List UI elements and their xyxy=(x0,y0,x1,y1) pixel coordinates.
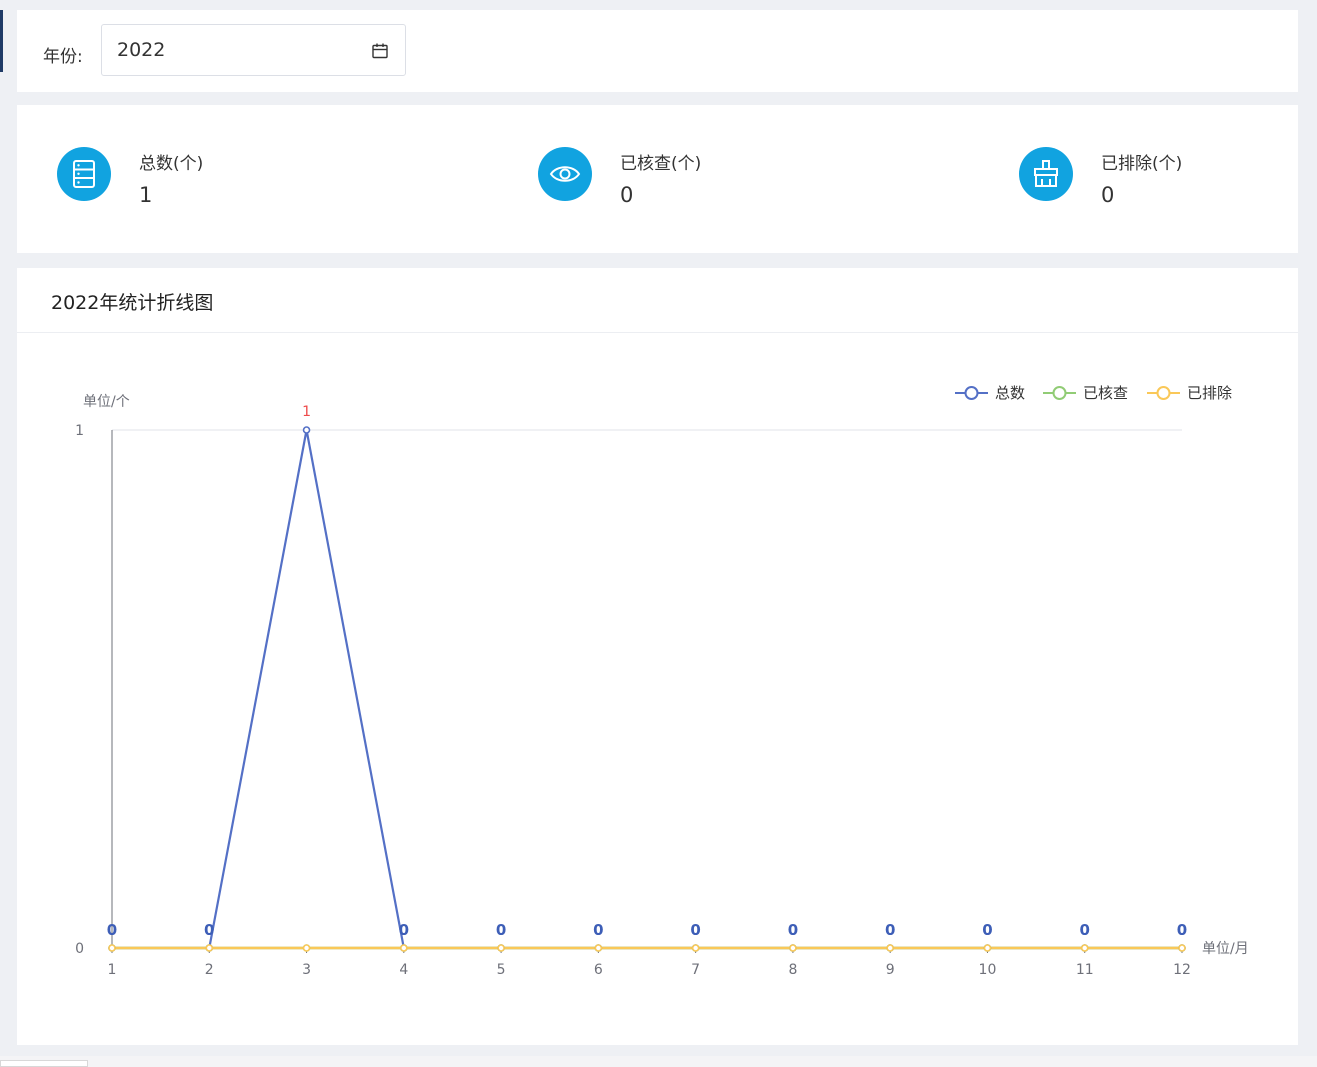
data-label: 0 xyxy=(690,921,700,939)
data-label: 0 xyxy=(885,921,895,939)
data-label: 0 xyxy=(1080,921,1090,939)
stat-checked-label: 已核查(个) xyxy=(620,154,702,174)
stats-panel: 总数(个) 1 已核查(个) 0 已排除(个) 0 xyxy=(17,105,1298,253)
chart-panel: 2022年统计折线图 0 1 单位/个 单位/月 1 2 3 4 5 6 7 8 9 10 11 12 0 0 1 0… xyxy=(17,268,1298,1045)
stat-total-label: 总数(个) xyxy=(139,154,204,174)
x-tick-label: 12 xyxy=(1173,962,1191,978)
line-chart: 01单位/个单位/月1 2 3 4 5 6 7 8 9 10 11 120 010 0 0 0 0 0 0 0 0总数已… xyxy=(75,384,1249,978)
data-point xyxy=(1178,944,1186,952)
x-tick-label: 5 xyxy=(497,962,506,978)
left-accent-bar xyxy=(0,10,3,72)
data-point xyxy=(886,944,894,952)
year-filter-panel: 年份: 2022 xyxy=(17,10,1298,92)
data-point xyxy=(594,944,603,952)
legend-marker-2 xyxy=(1052,386,1067,400)
x-tick-label: 8 xyxy=(788,962,797,978)
legend-label-2: 已核查 xyxy=(1083,384,1128,402)
x-tick-label: 3 xyxy=(302,962,311,978)
stat-checked-value: 0 xyxy=(620,183,634,207)
stat-excluded-label: 已排除(个) xyxy=(1101,154,1183,174)
data-label: 0 xyxy=(1177,921,1187,939)
legend-label-1: 总数 xyxy=(995,384,1025,402)
data-label: 0 xyxy=(399,921,409,939)
eye-icon xyxy=(549,166,581,182)
y-axis-label: 单位/个 xyxy=(83,394,130,410)
data-point xyxy=(302,426,311,434)
year-label: 年份: xyxy=(43,47,83,67)
data-label: 0 xyxy=(204,921,214,939)
x-tick-label: 1 xyxy=(108,962,117,978)
series-line-1 xyxy=(112,428,1182,950)
x-tick-label: 2 xyxy=(205,962,214,978)
legend-label-3: 已排除 xyxy=(1187,384,1232,402)
x-tick-label: 7 xyxy=(691,962,700,978)
legend-marker-1 xyxy=(964,386,979,400)
data-label: 1 xyxy=(302,404,311,420)
stat-icon-circle xyxy=(538,147,592,201)
legend-marker-3 xyxy=(1156,386,1171,400)
x-tick-label: 9 xyxy=(886,962,895,978)
data-label: 0 xyxy=(788,921,798,939)
calendar-icon[interactable] xyxy=(371,42,389,60)
stat-icon-circle xyxy=(1019,147,1073,201)
x-tick-label: 6 xyxy=(594,962,603,978)
year-value: 2022 xyxy=(117,39,166,61)
x-tick-label: 11 xyxy=(1076,962,1094,978)
x-tick-label: 10 xyxy=(979,962,997,978)
data-label: 0 xyxy=(593,921,603,939)
x-axis-label: 单位/月 xyxy=(1202,941,1249,957)
data-point xyxy=(108,944,116,952)
y-tick-label: 1 xyxy=(75,423,84,439)
data-point xyxy=(400,944,408,952)
stat-icon-circle xyxy=(57,147,111,201)
data-point xyxy=(691,944,700,952)
y-tick-label: 0 xyxy=(75,941,84,957)
broom-icon xyxy=(1034,160,1058,187)
list-icon xyxy=(73,160,95,188)
x-tick-label: 4 xyxy=(399,962,408,978)
year-picker-input[interactable]: 2022 xyxy=(101,24,406,76)
data-label: 0 xyxy=(496,921,506,939)
data-point xyxy=(1080,944,1089,952)
data-point xyxy=(302,944,311,952)
bottom-tab[interactable] xyxy=(0,1060,88,1067)
stat-excluded-value: 0 xyxy=(1101,183,1115,207)
data-point xyxy=(497,944,505,952)
data-label: 0 xyxy=(107,921,117,939)
data-point xyxy=(983,944,992,952)
data-point xyxy=(205,944,214,952)
bottom-strip xyxy=(0,1056,1317,1067)
data-label: 0 xyxy=(982,921,992,939)
stat-total-value: 1 xyxy=(139,183,153,207)
data-point xyxy=(789,944,797,952)
